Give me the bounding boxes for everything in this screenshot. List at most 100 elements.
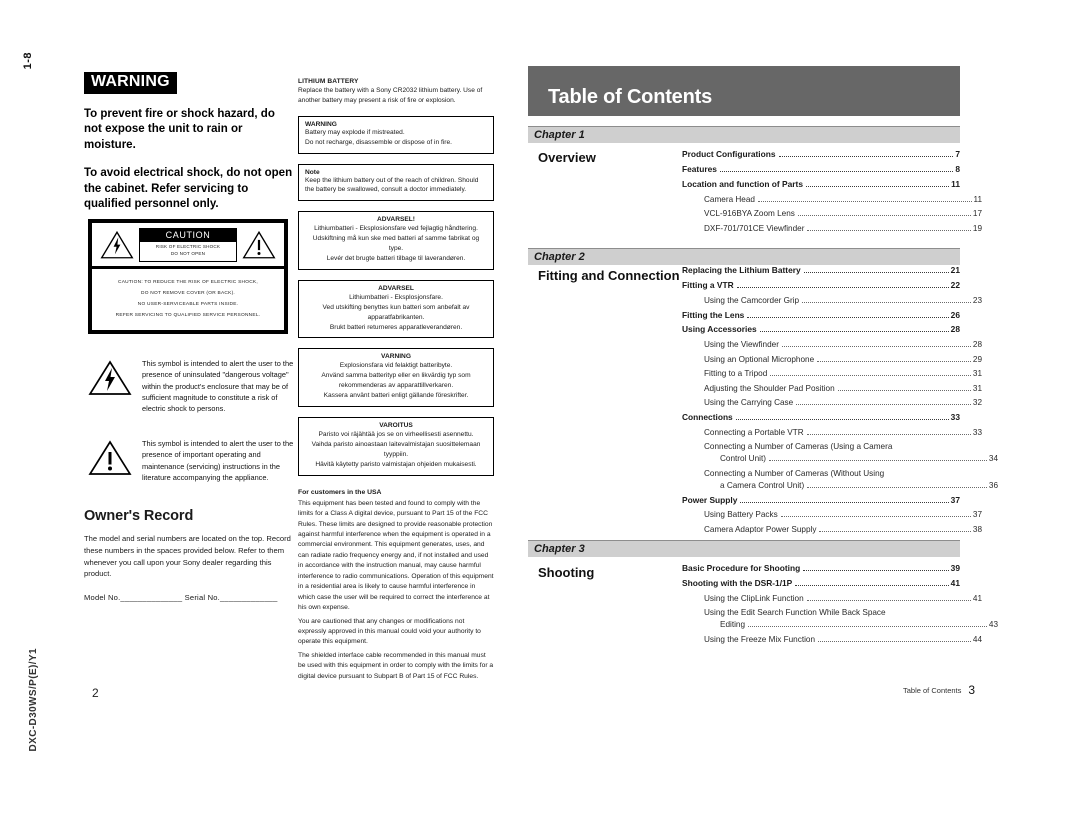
toc-entry-page-number: 37 (950, 494, 960, 505)
toc-entry[interactable]: Using Battery Packs 37 (682, 508, 982, 523)
notice-line: Kassera använt batteri enligt gällande f… (323, 392, 469, 400)
toc-entry[interactable]: Editing 43 (682, 618, 998, 633)
toc-entry-label: Fitting to a Tripod (704, 369, 768, 379)
fcc-paragraph-3: The shielded interface cable recommended… (298, 651, 494, 680)
toc-leader-dots (735, 418, 949, 421)
toc-leader-dots (740, 501, 949, 503)
chapter-number-label: Chapter 2 (534, 251, 585, 263)
toc-entry-page-number: 28 (950, 324, 960, 335)
notice-line: Do not recharge, disassemble or dispose … (305, 138, 452, 146)
toc-entry[interactable]: DXF-701/701CE Viewfinder 19 (682, 222, 982, 237)
right-page-folio: 3 (968, 683, 976, 697)
toc-leader-dots (807, 486, 987, 488)
toc-leader-dots (818, 640, 971, 643)
toc-entry-label: DXF-701/701CE Viewfinder (704, 223, 805, 233)
toc-leader-dots (802, 301, 971, 303)
toc-entry-page-number: 33 (972, 427, 982, 437)
toc-entry-page-number: 31 (972, 383, 982, 393)
notice-line: Explosionsfara vid felaktigt batteribyte… (339, 362, 453, 370)
notice-line: Lithiumbatteri - Eksplosjonsfare. (349, 293, 443, 301)
toc-entry[interactable]: Using an Optional Microphone 29 (682, 352, 982, 367)
warning-badge: WARNING (84, 72, 177, 94)
toc-entry[interactable]: Camera Head 11 (682, 192, 982, 207)
notice-title: ADVARSEL (378, 284, 414, 292)
caution-panel: CAUTION RISK OF ELECTRIC SHOCK DO NOT OP… (88, 219, 288, 334)
toc-leader-dots (768, 459, 987, 462)
varning-sv-box: VARNING Explosionsfara vid felaktigt batt… (298, 348, 494, 408)
warning-paragraph-1: To prevent fire or shock hazard, do not … (84, 107, 275, 151)
toc-entry-page-number: 17 (972, 209, 982, 219)
toc-entry[interactable]: Control Unit) 34 (682, 452, 998, 467)
toc-entry[interactable]: Connecting a Number of Cameras (Using a … (682, 440, 982, 452)
symbol-explanation-voltage: This symbol is intended to alert the use… (88, 358, 296, 414)
toc-entry[interactable]: Using the Viewfinder 28 (682, 338, 982, 353)
toc-entry-label: Fitting a VTR (682, 280, 734, 291)
toc-entry-page-number: 29 (972, 354, 982, 364)
toc-entry[interactable]: Using the Freeze Mix Function 44 (682, 633, 982, 648)
exclamation-triangle-icon (88, 440, 132, 475)
toc-entry[interactable]: Using the Edit Search Function While Bac… (682, 606, 982, 618)
chapter-number-label: Chapter 1 (534, 129, 585, 141)
toc-entry-label: Using the Camcorder Grip (704, 295, 800, 305)
toc-entry[interactable]: a Camera Control Unit) 36 (682, 479, 998, 494)
battery-notice-boxes: WARNING Battery may explode if mistreated… (298, 115, 494, 476)
toc-entry-label: Connecting a Number of Cameras (Using a … (704, 442, 893, 452)
toc-leader-dots (805, 185, 950, 187)
toc-leader-dots (747, 316, 949, 318)
toc-entry[interactable]: Fitting the Lens 26 (682, 308, 960, 323)
toc-entry-label: Adjusting the Shoulder Pad Position (704, 383, 835, 393)
toc-entry[interactable]: Connecting a Number of Cameras (Without … (682, 467, 982, 479)
toc-entry-page-number: 34 (988, 454, 998, 464)
toc-entry[interactable]: Adjusting the Shoulder Pad Position 31 (682, 382, 982, 397)
exclamation-triangle-icon (242, 230, 276, 259)
toc-entry[interactable]: Fitting a VTR 22 (682, 279, 960, 294)
table-of-contents-banner: Table of Contents (528, 66, 960, 116)
toc-leader-dots (819, 530, 971, 532)
toc-entry[interactable]: Features 8 (682, 163, 960, 178)
toc-leader-dots (736, 286, 949, 289)
toc-entry[interactable]: Basic Procedure for Shooting 39 (682, 562, 960, 577)
toc-entry-label: Using the ClipLink Function (704, 593, 804, 603)
notice-line: Levér det brugte batteri tilbage til lav… (326, 255, 466, 263)
toc-entry-label: Replacing the Lithium Battery (682, 265, 801, 276)
toc-entry[interactable]: Product Configurations 7 (682, 148, 960, 163)
owners-record-body: The model and serial numbers are located… (84, 534, 291, 579)
left-page-folio: 2 (92, 686, 99, 700)
notice-title: WARNING (305, 120, 337, 128)
toc-entry-label: Control Unit) (720, 454, 766, 464)
toc-entry[interactable]: Using the ClipLink Function 41 (682, 592, 982, 607)
toc-entry[interactable]: Using the Camcorder Grip 23 (682, 294, 982, 309)
left-page: 1-8 DXC-D30WS/P(E)/Y1 2 WARNING To preve… (0, 0, 510, 829)
toc-entry[interactable]: Using Accessories 28 (682, 323, 960, 338)
toc-entry[interactable]: Connections 33 (682, 411, 960, 426)
toc-entry[interactable]: Connecting a Portable VTR 33 (682, 425, 982, 440)
toc-entry[interactable]: Shooting with the DSR-1/1P 41 (682, 577, 960, 592)
notice-line: Använd samma batterityp eller en likvärd… (321, 372, 471, 390)
toc-entry-label: Using the Freeze Mix Function (704, 635, 816, 645)
toc-entry-label: Power Supply (682, 494, 738, 505)
advarsel-da-box: ADVARSEL! Lithiumbatteri - Eksplosionsfar… (298, 211, 494, 270)
toc-entry[interactable]: Power Supply 37 (682, 493, 960, 508)
toc-entry[interactable]: Location and function of Parts 11 (682, 178, 960, 193)
toc-entry-page-number: 39 (950, 563, 960, 574)
notice-line: Ved utskifting benyttes kun batteri som … (322, 303, 470, 321)
fcc-paragraph-1: This equipment has been tested and found… (298, 499, 494, 612)
caution-label-block: CAUTION RISK OF ELECTRIC SHOCK DO NOT OP… (139, 228, 237, 262)
toc-entry[interactable]: Using the Carrying Case 32 (682, 396, 982, 411)
owners-record-fields: Model No.______________ Serial No.______… (84, 593, 278, 603)
toc-entry-label: Shooting with the DSR-1/1P (682, 578, 793, 589)
toc-entry[interactable]: VCL-916BYA Zoom Lens 17 (682, 207, 982, 222)
lithium-battery-heading: LITHIUM BATTERY (298, 78, 359, 85)
toc-leader-dots (803, 271, 949, 274)
toc-entry-label: Using the Edit Search Function While Bac… (704, 608, 886, 618)
toc-entry[interactable]: Replacing the Lithium Battery 21 (682, 264, 960, 279)
toc-entry[interactable]: Fitting to a Tripod 31 (682, 367, 982, 382)
toc-entry-page-number: 11 (951, 178, 960, 189)
toc-leader-dots (806, 433, 971, 435)
document-code: DXC-D30WS/P(E)/Y1 (28, 648, 39, 752)
toc-entry[interactable]: Camera Adaptor Power Supply 38 (682, 523, 982, 538)
notice-line: Hävitä käytetty paristo valmistajan ohje… (315, 460, 477, 468)
toc-entry-page-number: 31 (972, 369, 982, 379)
toc-entry-page-number: 43 (988, 620, 998, 630)
toc-entry-label: Fitting the Lens (682, 309, 745, 320)
